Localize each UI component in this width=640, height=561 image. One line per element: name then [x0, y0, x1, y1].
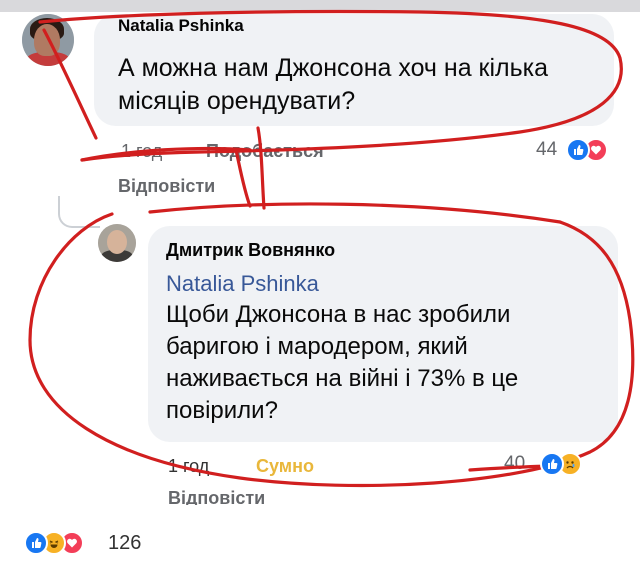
reaction-count[interactable]: 44 — [536, 139, 557, 161]
post-reactions[interactable] — [24, 531, 110, 557]
comment-author[interactable]: Natalia Pshinka — [118, 16, 244, 36]
reply-text: Щоби Джонсона в нас зробили баригою і ма… — [166, 301, 519, 424]
avatar[interactable] — [22, 14, 74, 66]
reply-mention[interactable]: Natalia Pshinka — [166, 271, 319, 297]
like-icon — [540, 452, 564, 476]
reply-button[interactable]: Відповісти — [168, 488, 265, 505]
top-bar — [0, 0, 640, 12]
reaction-button[interactable]: Сумно — [256, 456, 314, 477]
like-icon — [566, 138, 590, 162]
avatar-face — [107, 230, 127, 254]
thread-line — [58, 196, 100, 228]
avatar[interactable] — [98, 224, 136, 262]
comment-timestamp[interactable]: 1 год — [121, 141, 162, 162]
avatar-face — [34, 24, 60, 56]
post-reaction-count[interactable]: 126 — [108, 532, 141, 555]
like-icon — [24, 531, 48, 555]
reply-timestamp[interactable]: 1 год — [168, 456, 209, 477]
reply-button[interactable]: Відповісти — [118, 176, 215, 197]
comment-screenshot: Natalia Pshinka А можна нам Джонсона хоч… — [0, 0, 640, 505]
comment-text: А можна нам Джонсона хоч на кілька місяц… — [118, 54, 549, 115]
reply-author[interactable]: Дмитрик Вовнянко — [166, 240, 335, 261]
reply-reaction-count[interactable]: 40 — [504, 453, 525, 475]
like-button[interactable]: Подобається — [206, 141, 324, 162]
